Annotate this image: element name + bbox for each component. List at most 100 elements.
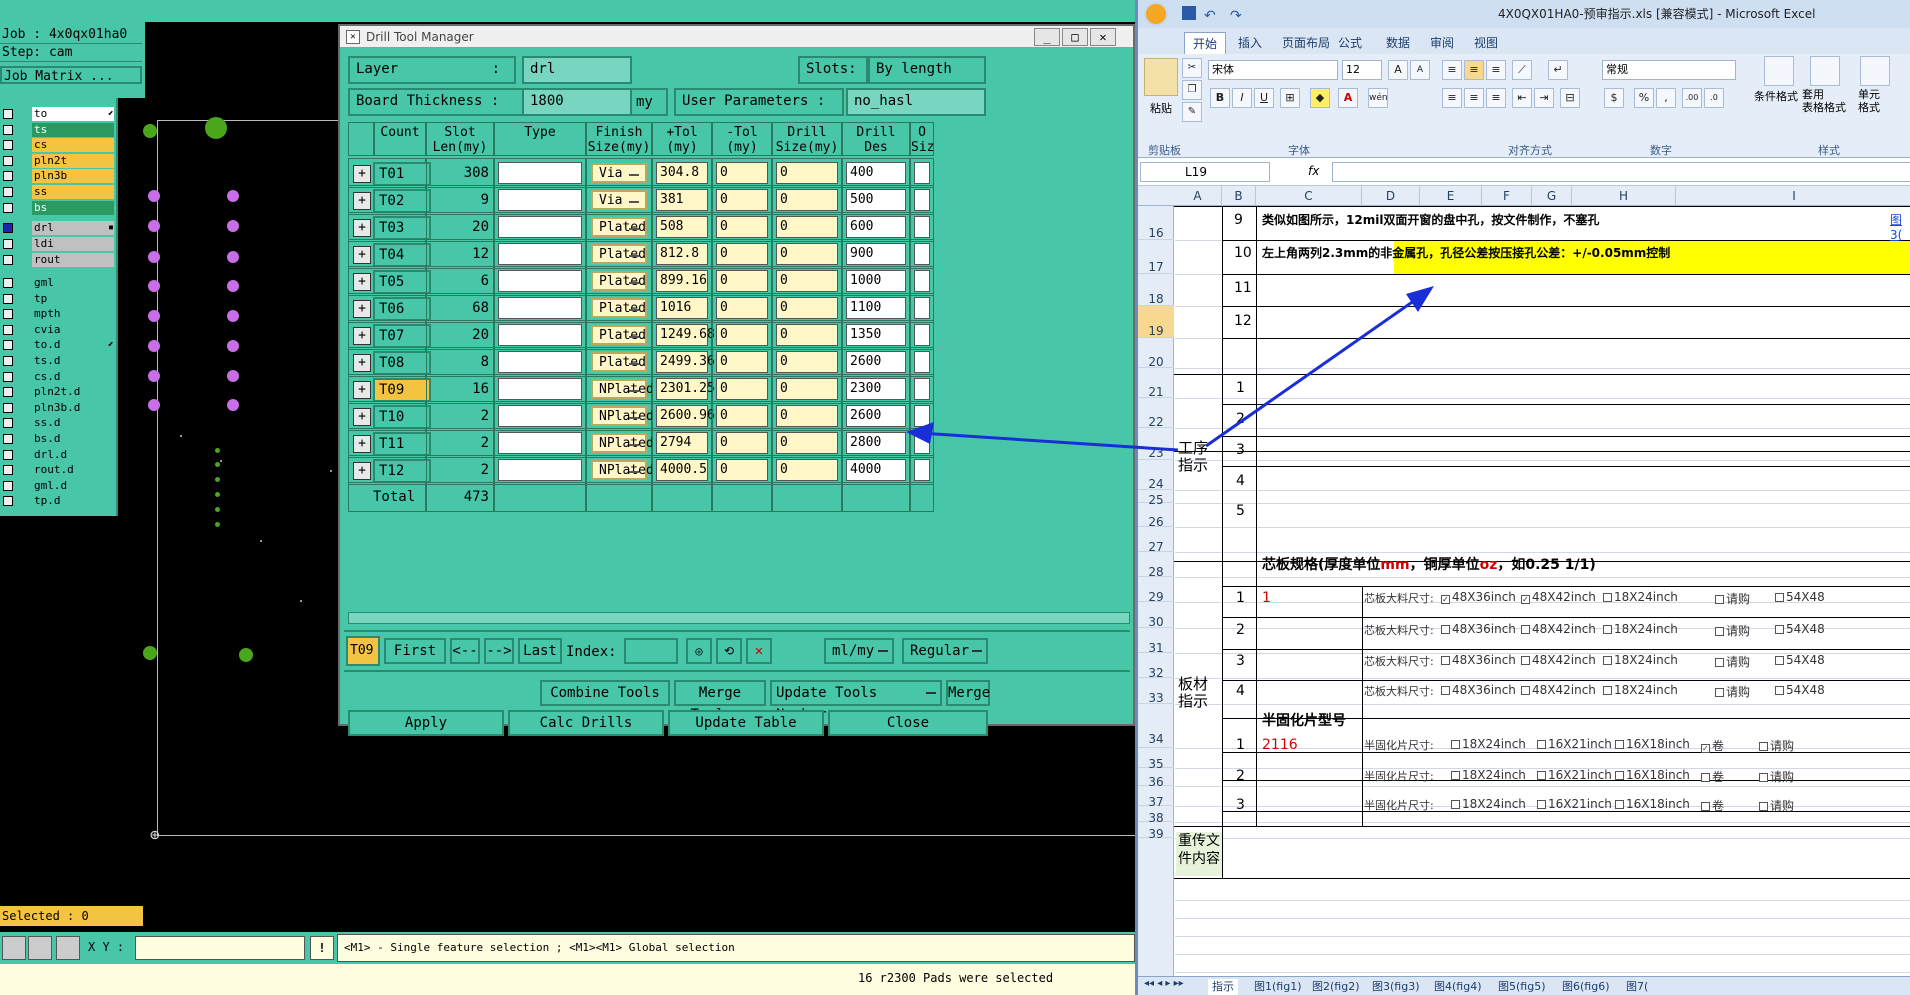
comma-icon[interactable]: , — [1656, 88, 1676, 108]
checkbox-icon[interactable] — [1715, 688, 1724, 697]
tool-button[interactable]: T06 — [373, 297, 431, 321]
bold-icon[interactable]: B — [1210, 88, 1230, 108]
slot-len-cell[interactable] — [494, 320, 586, 350]
font-name-box[interactable]: 宋体 — [1208, 60, 1338, 80]
merge-tools-button[interactable]: Merge Tools : — [674, 680, 766, 723]
finish-size-cell[interactable]: 508 — [652, 212, 712, 242]
column-header-g[interactable]: G — [1532, 186, 1572, 206]
slot-len-cell[interactable] — [494, 428, 586, 458]
tool-button[interactable]: T10 — [373, 405, 431, 429]
update-table-button[interactable]: Update Table — [668, 710, 824, 736]
checkbox-icon[interactable] — [1537, 800, 1546, 809]
plus-tol-input[interactable]: 0 — [716, 216, 768, 238]
fill-color-icon[interactable]: ◆ — [1310, 88, 1330, 108]
drill-size-cell[interactable]: 900 — [842, 239, 910, 269]
column-header-a[interactable]: A — [1174, 186, 1222, 206]
copy-icon[interactable]: ❐ — [1182, 80, 1202, 100]
tool-button[interactable]: T04 — [373, 243, 431, 267]
plus-tol-input[interactable]: 0 — [716, 378, 768, 400]
minus-tol-cell[interactable]: 0 — [772, 212, 842, 242]
plus-tol-cell[interactable]: 0 — [712, 212, 772, 242]
drill-des-cell[interactable] — [910, 455, 934, 485]
prepreg-option[interactable]: 16X18inch — [1612, 768, 1690, 782]
column-header-e[interactable]: E — [1420, 186, 1482, 206]
minus-tol-cell[interactable]: 0 — [772, 293, 842, 323]
minus-tol-input[interactable]: 0 — [776, 243, 838, 265]
row-header-37[interactable]: 37 — [1138, 786, 1174, 809]
layer-name[interactable]: pln3b.d — [32, 400, 114, 415]
layer-checkbox[interactable] — [3, 496, 13, 507]
minus-tol-cell[interactable]: 0 — [772, 266, 842, 296]
drill-des-cell[interactable] — [910, 158, 934, 188]
tool-button[interactable]: T07 — [373, 324, 431, 348]
checkbox-icon[interactable] — [1603, 656, 1612, 665]
layer-name[interactable]: cs — [32, 138, 114, 153]
finish-size-cell[interactable]: 4000.5 — [652, 455, 712, 485]
layer-checkbox[interactable] — [3, 223, 13, 234]
layer-row-mpth[interactable]: mpth — [0, 306, 116, 322]
layer-checkbox[interactable] — [3, 480, 13, 491]
formula-input[interactable] — [1332, 162, 1910, 182]
sheet-tab-4[interactable]: 图4(fig4) — [1430, 979, 1486, 995]
layer-row-cs.d[interactable]: cs.d — [0, 369, 116, 385]
core-option[interactable]: 54X48 — [1772, 590, 1825, 604]
figure-link[interactable]: 图3( — [1890, 211, 1910, 242]
row-header-24[interactable]: 24 — [1138, 460, 1174, 491]
layer-name[interactable]: ts — [32, 122, 114, 137]
layer-checkbox[interactable] — [3, 239, 13, 249]
layer-name[interactable]: to — [32, 107, 114, 121]
core-option[interactable]: 请购 — [1712, 590, 1750, 607]
ribbon-tab-2[interactable]: 页面布局 — [1274, 32, 1338, 54]
tool-row-t06[interactable]: + T06 — [348, 293, 431, 323]
save-icon[interactable] — [1182, 6, 1196, 20]
layer-field[interactable]: drl — [522, 56, 632, 84]
slot-len-input[interactable] — [498, 351, 582, 373]
layer-row-cs[interactable]: cs — [0, 137, 116, 153]
maximize-icon[interactable]: □ — [1062, 28, 1088, 46]
drill-size-input[interactable]: 600 — [846, 216, 906, 238]
next-button[interactable]: --> — [484, 638, 514, 664]
tool-button[interactable]: T02 — [373, 189, 431, 213]
row-header-23[interactable]: 23 — [1138, 428, 1174, 460]
plus-tol-input[interactable]: 0 — [716, 432, 768, 454]
drill-des-input[interactable] — [914, 189, 930, 211]
sheet-nav-icon[interactable]: ◂◂ ◂ ▸ ▸▸ — [1144, 978, 1184, 989]
fx-icon[interactable]: fx — [1308, 164, 1319, 178]
column-header-c[interactable]: C — [1256, 186, 1362, 206]
layer-row-rout.d[interactable]: rout.d — [0, 462, 116, 478]
checkbox-icon[interactable]: ✓ — [1521, 595, 1530, 604]
table-format-icon[interactable] — [1810, 56, 1840, 86]
sheet-tab-6[interactable]: 图6(fig6) — [1558, 979, 1614, 995]
drill-des-input[interactable] — [914, 351, 930, 373]
row-header-35[interactable]: 35 — [1138, 748, 1174, 771]
minus-tol-input[interactable]: 0 — [776, 297, 838, 319]
type-dropdown[interactable]: Plated — [591, 352, 647, 372]
row-header-38[interactable]: 38 — [1138, 806, 1174, 825]
checkbox-icon[interactable] — [1603, 686, 1612, 695]
drill-des-cell[interactable] — [910, 401, 934, 431]
checkbox-icon[interactable] — [1441, 686, 1450, 695]
layer-row-ldi[interactable]: ldi — [0, 236, 116, 252]
grow-font-icon[interactable]: A — [1388, 60, 1408, 80]
first-button[interactable]: First — [384, 638, 446, 664]
layer-name[interactable]: bs.d — [32, 432, 114, 446]
checkbox-icon[interactable] — [1715, 595, 1724, 604]
plus-tol-cell[interactable]: 0 — [712, 374, 772, 404]
plus-tol-cell[interactable]: 0 — [712, 239, 772, 269]
tool-button[interactable]: T12 — [373, 459, 431, 483]
finish-size-cell[interactable]: 2600.96 — [652, 401, 715, 431]
minus-tol-cell[interactable]: 0 — [772, 455, 842, 485]
expand-icon[interactable]: + — [353, 462, 371, 480]
ribbon-tab-5[interactable]: 审阅 — [1422, 32, 1462, 54]
update-tools-numbers-dropdown[interactable]: Update Tools Numbers — [770, 680, 942, 723]
checkbox-icon[interactable] — [1775, 686, 1784, 695]
drill-size-input[interactable]: 1000 — [846, 270, 906, 292]
finish-size-cell[interactable]: 381 — [652, 185, 712, 215]
slot-len-input[interactable] — [498, 405, 582, 427]
type-dropdown[interactable]: Plated — [591, 271, 647, 291]
layer-name[interactable]: ss — [32, 185, 114, 199]
layer-name[interactable]: gml.d — [32, 478, 114, 493]
row-header-29[interactable]: 29 — [1138, 577, 1174, 604]
layer-checkbox[interactable] — [3, 202, 13, 213]
prev-button[interactable]: <-- — [450, 638, 480, 664]
